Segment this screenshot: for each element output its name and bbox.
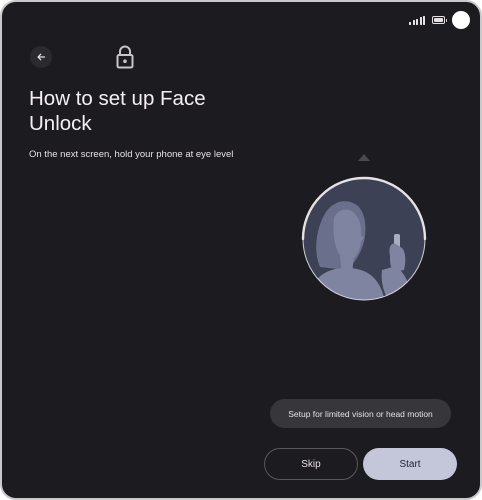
- back-button[interactable]: [30, 46, 52, 68]
- limited-vision-setup-button[interactable]: Setup for limited vision or head motion: [270, 399, 451, 428]
- start-button[interactable]: Start: [363, 448, 457, 480]
- page-subtitle: On the next screen, hold your phone at e…: [29, 149, 234, 160]
- page-title: How to set up Face Unlock: [29, 87, 206, 135]
- cellular-signal-icon: [409, 15, 425, 25]
- arrow-back-icon: [37, 53, 46, 61]
- status-bar: [409, 10, 470, 30]
- face-scan-illustration: [301, 154, 427, 301]
- lock-icon: [116, 45, 134, 69]
- direction-indicator: [358, 154, 370, 161]
- skip-button[interactable]: Skip: [264, 448, 358, 480]
- battery-icon: [432, 16, 447, 24]
- phone-screen: How to set up Face Unlock On the next sc…: [0, 0, 482, 500]
- camera-cutout: [452, 11, 470, 29]
